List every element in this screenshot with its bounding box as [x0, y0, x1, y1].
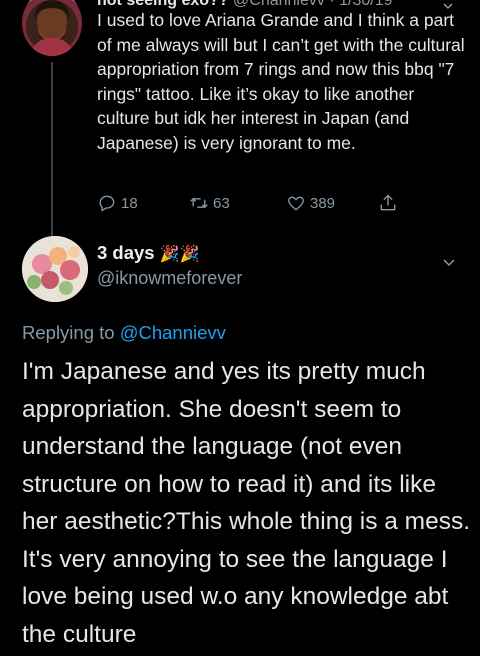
- like-icon: [288, 196, 304, 211]
- chevron-down-icon[interactable]: [443, 0, 453, 10]
- tweet-text: I'm Japanese and yes its pretty much app…: [22, 358, 471, 648]
- chevron-down-icon[interactable]: [443, 255, 455, 267]
- like-count: 389: [310, 194, 336, 212]
- reply-button[interactable]: 18: [97, 192, 138, 214]
- share-icon: [380, 194, 396, 211]
- retweet-icon: [190, 197, 208, 209]
- reply-icon: [99, 195, 115, 212]
- retweet-button[interactable]: 63: [189, 192, 230, 214]
- party-popper-icon: 🎉🎉: [159, 246, 200, 263]
- replying-mention[interactable]: @Channievv: [120, 322, 226, 343]
- tweet-text: I used to love Ariana Grande and I think…: [97, 10, 465, 153]
- author-handle[interactable]: @iknowmeforever: [97, 268, 242, 289]
- share-button[interactable]: [378, 192, 402, 214]
- author-name[interactable]: 3 days 🎉🎉: [97, 242, 200, 264]
- reply-count: 18: [121, 194, 138, 212]
- author-name-text[interactable]: 3 days: [97, 242, 155, 263]
- like-button[interactable]: 389: [286, 192, 335, 214]
- replying-label: Replying to: [22, 322, 115, 343]
- replying-to: Replying to @Channievv: [22, 322, 226, 344]
- avatar[interactable]: [22, 0, 82, 56]
- avatar[interactable]: [22, 236, 88, 302]
- retweet-count: 63: [213, 194, 230, 212]
- thread-line: [51, 62, 53, 237]
